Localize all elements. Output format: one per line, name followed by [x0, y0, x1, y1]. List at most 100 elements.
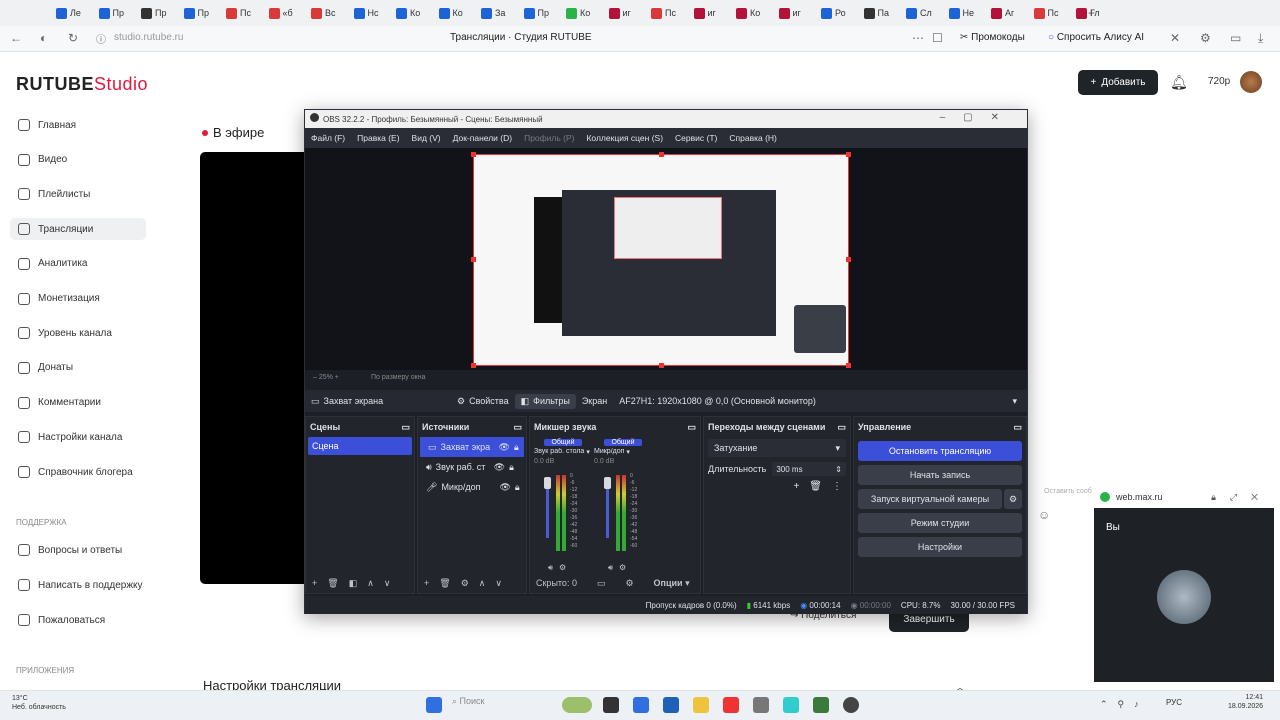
trash-icon[interactable]: 🗑︎	[327, 578, 338, 589]
folder-icon[interactable]	[693, 697, 709, 713]
transition-select[interactable]: Затухание ▾	[708, 439, 846, 457]
download-icon[interactable]: ⤓	[1258, 31, 1263, 46]
avatar[interactable]	[1240, 71, 1262, 93]
browser-tab[interactable]: За	[481, 5, 524, 21]
channel-controls[interactable]: 🔊︎⚙	[548, 563, 572, 573]
arrow-up-icon[interactable]: ∧	[367, 578, 374, 589]
control-button[interactable]: Остановить трансляцию	[858, 441, 1022, 461]
browser-tab[interactable]: иг	[693, 5, 737, 21]
add-icon[interactable]: +	[312, 578, 317, 588]
sidebar-item[interactable]: Уровень канала	[18, 323, 112, 343]
site-info-icon[interactable]: ⓘ	[96, 31, 106, 46]
browser-tab[interactable]: Пс	[651, 5, 694, 21]
app-icon[interactable]	[603, 697, 619, 713]
lock-icon[interactable]: 🔒︎	[509, 462, 514, 473]
browser-tab[interactable]: Сл	[906, 5, 949, 21]
resize-handle[interactable]	[659, 152, 664, 157]
fader-knob[interactable]	[604, 477, 611, 489]
virtual-camera-settings-icon[interactable]: ⚙	[1004, 489, 1022, 509]
obs-menu-item[interactable]: Правка (E)	[357, 133, 399, 143]
scene-item[interactable]: Сцена	[308, 437, 412, 455]
browser-tab[interactable]: иг	[608, 5, 652, 21]
bookmark-icon[interactable]: ☐	[932, 31, 943, 45]
obs-menu-item[interactable]: Справка (H)	[729, 133, 777, 143]
lock-icon[interactable]: 🔒︎	[515, 482, 520, 493]
taskbar-search[interactable]: ⌕ Поиск	[452, 696, 485, 707]
app-icon[interactable]	[783, 697, 799, 713]
browser-tab[interactable]: Пр	[98, 5, 142, 21]
browser-tab[interactable]: Не	[948, 5, 992, 21]
obs-menu-item[interactable]: Вид (V)	[412, 133, 441, 143]
new-tab-button[interactable]: +	[1088, 6, 1095, 20]
sidebar-item[interactable]: Плейлисты	[18, 184, 90, 204]
filters-button[interactable]: ◧ Фильтры	[514, 393, 576, 409]
url-field[interactable]: studio.rutube.ru	[114, 32, 184, 43]
sidebar-item[interactable]: Аналитика	[18, 254, 88, 274]
eye-icon[interactable]: 👁︎	[499, 482, 510, 493]
control-button[interactable]: Запуск виртуальной камеры	[858, 489, 1002, 509]
volume-fader[interactable]	[606, 485, 609, 538]
back-icon[interactable]: ←	[10, 31, 22, 45]
volume-fader[interactable]	[546, 485, 549, 538]
browser-tab[interactable]: Пр	[183, 5, 227, 21]
window-controls[interactable]: –▢✕	[940, 112, 1017, 123]
browser-tab[interactable]: Ко	[736, 5, 779, 21]
yandex-icon[interactable]	[723, 697, 739, 713]
resize-handle[interactable]	[471, 152, 476, 157]
app-icon[interactable]	[663, 697, 679, 713]
clock[interactable]: 12:41 18.09.2026	[1228, 693, 1263, 711]
preview-screen-capture[interactable]	[471, 152, 851, 368]
sidebar-item[interactable]: Донаты	[18, 358, 73, 378]
browser-tab[interactable]: Гл	[1076, 5, 1119, 21]
resize-handle[interactable]	[659, 363, 664, 368]
eye-icon[interactable]: 👁︎	[499, 442, 510, 453]
language-indicator[interactable]: РУС	[1166, 698, 1182, 707]
options-button[interactable]: Опции ▾	[654, 578, 690, 589]
arrow-down-icon[interactable]: ∨	[495, 578, 502, 589]
support-item[interactable]: Вопросы и ответы	[18, 540, 122, 560]
support-item[interactable]: Написать в поддержку	[18, 575, 143, 595]
properties-button[interactable]: ⚙ Свойства	[451, 394, 515, 409]
obs-menu-item[interactable]: Профиль (P)	[524, 133, 574, 143]
sidebar-item[interactable]: Комментарии	[18, 393, 101, 413]
popup-controls[interactable]: 🔒︎⤢✕	[1211, 492, 1274, 503]
arrow-down-icon[interactable]: ∨	[384, 578, 391, 589]
browser-tab[interactable]: Па	[863, 5, 907, 21]
browser-tab[interactable]: иг	[778, 5, 822, 21]
resize-handle[interactable]	[846, 363, 851, 368]
control-button[interactable]: Режим студии	[858, 513, 1022, 533]
vpn-icon[interactable]: ◐	[40, 31, 47, 45]
quality-label[interactable]: 720p	[1208, 76, 1230, 87]
sidebar-item[interactable]: Трансляции	[18, 219, 93, 239]
filter-icon[interactable]: ◧	[349, 578, 358, 589]
sidebar-item[interactable]: Видео	[18, 150, 67, 170]
add-icon[interactable]: +	[424, 578, 429, 588]
resize-handle[interactable]	[846, 257, 851, 262]
browser-tab[interactable]: Пс	[1033, 5, 1077, 21]
obs-menu-item[interactable]: Док-панели (D)	[453, 133, 512, 143]
browser-tab[interactable]: Пр	[523, 5, 567, 21]
trash-icon[interactable]: 🗑︎	[439, 578, 450, 589]
more-icon[interactable]: ⋮	[832, 481, 842, 492]
resize-handle[interactable]	[471, 363, 476, 368]
channel-name[interactable]: Звук раб. стола ▾	[534, 448, 590, 456]
browser-tab[interactable]: Ко	[438, 5, 482, 21]
more-icon[interactable]: ⋯	[912, 31, 924, 45]
browser-tab[interactable]: Вс	[311, 5, 354, 21]
browser-tab[interactable]: Аг	[991, 5, 1034, 21]
sidebar-item[interactable]: Главная	[18, 115, 76, 135]
sidebar-item[interactable]: Монетизация	[18, 289, 100, 309]
notifications-bell-icon[interactable]: 🔔︎	[1170, 74, 1188, 91]
support-item[interactable]: Пожаловаться	[18, 610, 105, 630]
sidebar-item[interactable]: Настройки канала	[18, 427, 122, 447]
gear-icon[interactable]: ⚙	[625, 578, 633, 589]
zoom-fit[interactable]: По размеру окна	[371, 374, 425, 381]
alice-button[interactable]: ○ Спросить Алису AI	[1048, 32, 1144, 43]
sidebar-item[interactable]: Справочник блогера	[18, 462, 133, 482]
source-item[interactable]: 🎤︎ Микр/доп 👁︎ 🔒︎	[418, 477, 526, 497]
browser-tab[interactable]: Ро	[821, 5, 864, 21]
browser-tab[interactable]: Ле	[56, 5, 99, 21]
channel-name[interactable]: Микр/доп ▾	[594, 448, 650, 456]
gear-icon[interactable]: ⚙	[461, 578, 469, 589]
app-icon[interactable]	[813, 697, 829, 713]
